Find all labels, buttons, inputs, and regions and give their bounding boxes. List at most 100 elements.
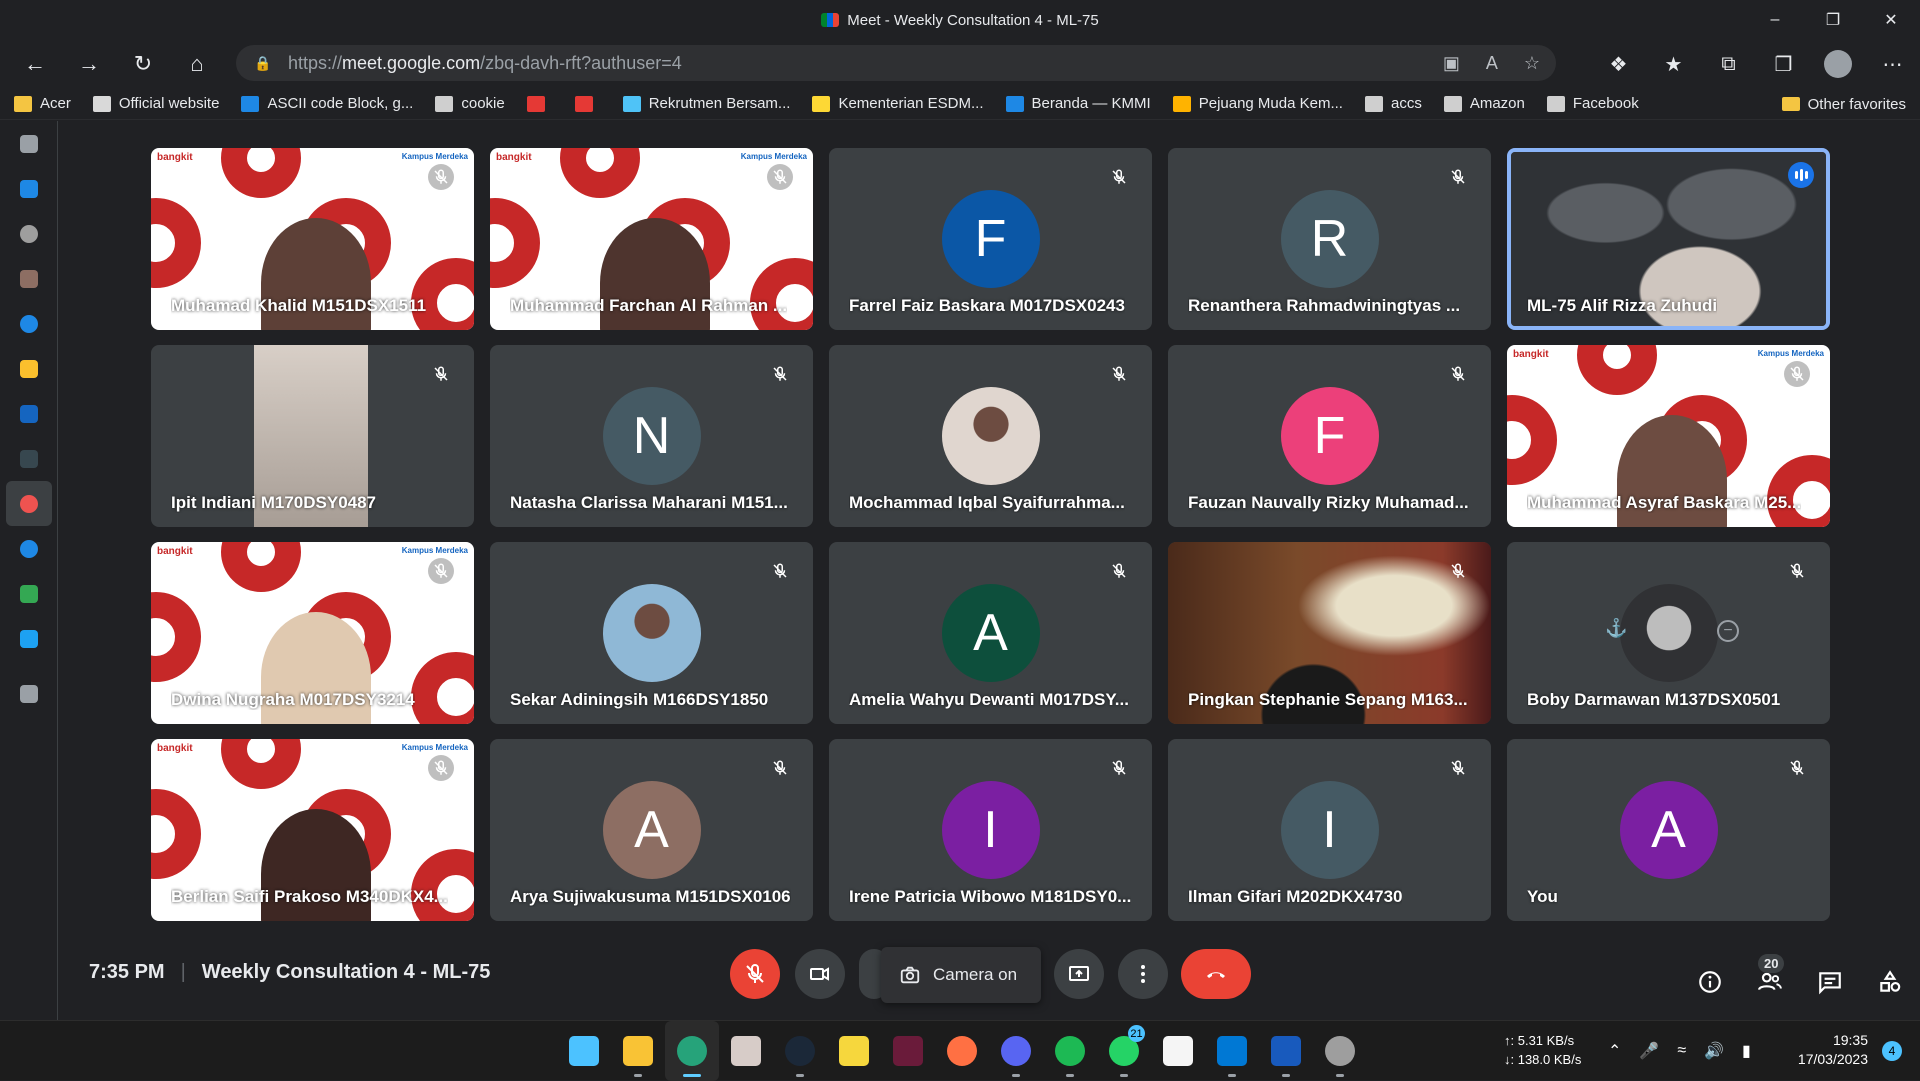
meeting-info-button[interactable] [1680,952,1740,1012]
sidebar-item[interactable] [6,481,52,526]
sidebar-item[interactable] [0,346,58,391]
other-favorites[interactable]: Other favorites [1781,88,1906,120]
sidebar-item[interactable] [0,436,58,481]
taskbar-app[interactable] [827,1021,881,1081]
tab-actions-icon[interactable]: ❐ [1756,40,1811,88]
favorite-item[interactable]: Beranda — KMMI [1005,95,1151,112]
leave-call-button[interactable] [1181,949,1251,999]
profile-avatar[interactable] [1824,50,1852,78]
close-window-button[interactable]: ✕ [1862,0,1920,40]
favorite-item[interactable]: Rekrutmen Bersam... [622,95,790,112]
participant-tile[interactable]: N Natasha Clarissa Maharani M151... [490,345,813,527]
url-text[interactable]: https://meet.google.com/zbq-davh-rft?aut… [288,53,682,74]
participant-tile[interactable]: ML-75 Alif Rizza Zuhudi [1507,148,1830,330]
taskbar-app[interactable] [1043,1021,1097,1081]
sidebar-item[interactable] [0,526,58,571]
people-button[interactable]: 20 [1740,952,1800,1012]
more-options-button[interactable] [1118,949,1168,999]
taskbar-app[interactable] [1205,1021,1259,1081]
camera-permission-icon[interactable]: ▣ [1443,53,1460,74]
participant-tile[interactable]: bangkit Kampus Merdeka Dwina Nugraha M017D… [151,542,474,724]
sidebar-item[interactable] [0,256,58,301]
minimize-button[interactable]: – [1746,0,1804,40]
battery-icon[interactable]: ▮ [1742,1041,1751,1061]
wifi-icon[interactable]: ≈ [1677,1042,1686,1060]
participant-tile[interactable]: I Irene Patricia Wibowo M181DSY0... [829,739,1152,921]
home-button[interactable]: ⌂ [170,40,224,88]
notification-badge[interactable]: 4 [1882,1041,1902,1061]
sidebar-item[interactable] [0,166,58,211]
sidebar-item[interactable] [0,391,58,436]
read-aloud-icon[interactable]: A [1486,53,1498,74]
back-button[interactable]: ← [8,40,62,88]
microphone-tray-icon[interactable]: 🎤 [1639,1041,1659,1061]
sidebar-item[interactable] [0,121,58,166]
taskbar-app[interactable] [557,1021,611,1081]
taskbar-app[interactable] [881,1021,935,1081]
favorite-item[interactable]: ASCII code Block, g... [241,95,413,112]
participant-tile[interactable]: bangkit Kampus Merdeka Muhamad Khalid M151… [151,148,474,330]
tabs-icon [20,134,38,153]
chrome-icon [20,224,38,243]
tray-chevron-icon[interactable]: ⌃ [1608,1041,1621,1061]
participant-tile[interactable]: bangkit Kampus Merdeka Muhammad Farchan Al… [490,148,813,330]
taskbar-app[interactable] [719,1021,773,1081]
participant-tile[interactable]: Sekar Adiningsih M166DSY1850 [490,542,813,724]
participant-tile[interactable]: A You [1507,739,1830,921]
pin-icon[interactable]: ⚓ [1605,618,1627,639]
participant-tile[interactable]: ⚓ − Boby Darmawan M137DSX0501 [1507,542,1830,724]
participant-tile[interactable]: Mochammad Iqbal Syaifurrahma... [829,345,1152,527]
sidebar-item[interactable] [0,616,58,661]
add-favorite-icon[interactable]: ☆ [1524,53,1540,74]
favorite-item[interactable]: Kementerian ESDM... [812,95,984,112]
favorite-item[interactable]: cookie [435,95,505,112]
favorite-item[interactable] [574,95,601,112]
participant-tile[interactable]: bangkit Kampus Merdeka Muhammad Asyraf Bas… [1507,345,1830,527]
participant-tile[interactable]: F Farrel Faiz Baskara M017DSX0243 [829,148,1152,330]
restore-button[interactable]: ❐ [1804,0,1862,40]
taskbar-app[interactable] [1313,1021,1367,1081]
favorite-item[interactable]: Amazon [1443,95,1525,112]
favorite-item[interactable]: Facebook [1546,95,1639,112]
more-menu-icon[interactable]: ⋯ [1865,40,1920,88]
activities-button[interactable] [1860,952,1920,1012]
favorite-item[interactable] [526,95,553,112]
favorite-item[interactable]: accs [1364,95,1422,112]
forward-button[interactable]: → [62,40,116,88]
taskbar-app[interactable] [1259,1021,1313,1081]
participant-tile[interactable]: R Renanthera Rahmadwiningtyas ... [1168,148,1491,330]
collections-icon[interactable]: ⧉ [1701,40,1756,88]
participant-tile[interactable]: I Ilman Gifari M202DKX4730 [1168,739,1491,921]
taskbar-app[interactable]: 21 [1097,1021,1151,1081]
favorite-item[interactable]: Acer [14,95,71,112]
taskbar-app[interactable] [665,1021,719,1081]
refresh-button[interactable]: ↻ [116,40,170,88]
taskbar-app[interactable] [611,1021,665,1081]
address-bar[interactable]: 🔒 https://meet.google.com/zbq-davh-rft?a… [236,45,1556,81]
sidebar-item[interactable] [0,571,58,616]
sidebar-item[interactable] [0,301,58,346]
taskbar-app[interactable] [935,1021,989,1081]
camera-toggle-button[interactable] [795,949,845,999]
participant-tile[interactable]: Pingkan Stephanie Sepang M163... [1168,542,1491,724]
participant-tile[interactable]: Ipit Indiani M170DSY0487 [151,345,474,527]
extensions-icon[interactable]: ❖ [1591,40,1646,88]
sidebar-item[interactable] [0,211,58,256]
participant-tile[interactable]: F Fauzan Nauvally Rizky Muhamad... [1168,345,1491,527]
taskbar-app[interactable] [989,1021,1043,1081]
favorites-icon[interactable]: ★ [1646,40,1701,88]
mic-toggle-button[interactable] [730,949,780,999]
favorite-item[interactable]: Pejuang Muda Kem... [1172,95,1343,112]
taskbar-app[interactable] [773,1021,827,1081]
present-screen-button[interactable] [1054,949,1104,999]
participant-tile[interactable]: A Arya Sujiwakusuma M151DSX0106 [490,739,813,921]
taskbar-app[interactable] [1151,1021,1205,1081]
participant-tile[interactable]: A Amelia Wahyu Dewanti M017DSY... [829,542,1152,724]
participant-tile[interactable]: bangkit Kampus Merdeka Berlian Saifi Prako… [151,739,474,921]
volume-icon[interactable]: 🔊 [1704,1041,1724,1061]
taskbar-clock[interactable]: 19:35 17/03/2023 [1798,1031,1868,1069]
favorite-item[interactable]: Official website [92,95,219,112]
remove-icon[interactable]: − [1717,620,1739,642]
sidebar-item[interactable] [0,671,58,716]
chat-button[interactable] [1800,952,1860,1012]
